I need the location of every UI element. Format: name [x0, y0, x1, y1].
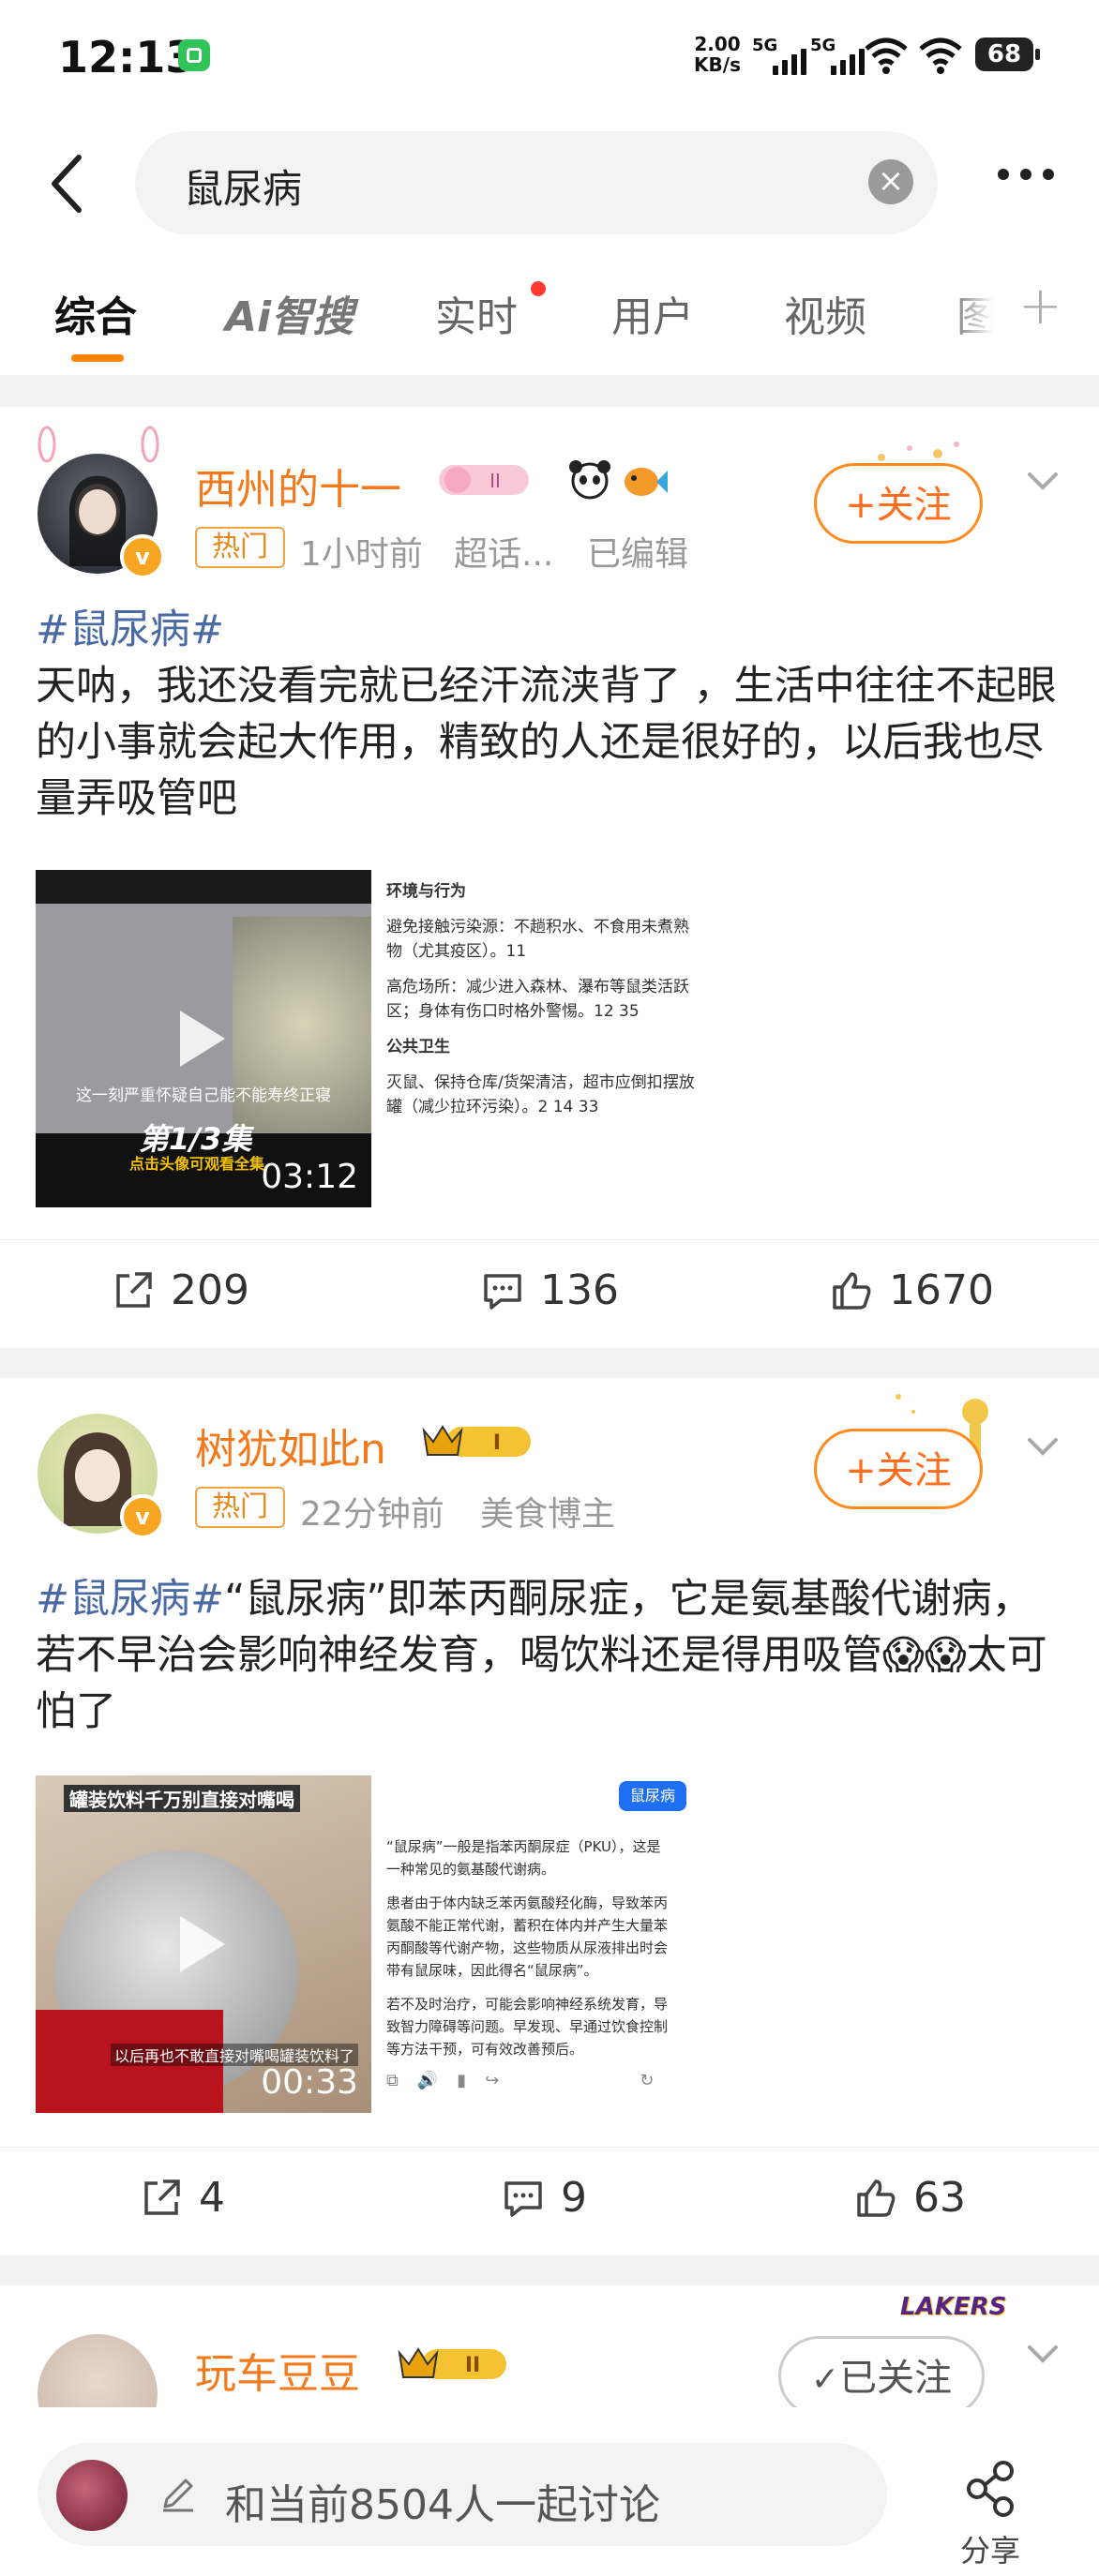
- team-logo: LAKERS: [900, 2293, 1007, 2321]
- post-time: 1小时前: [300, 535, 423, 574]
- svg-text:II: II: [465, 2354, 480, 2377]
- repost-icon: [144, 2179, 180, 2215]
- tab-ai-search[interactable]: Ai智搜: [225, 283, 354, 343]
- follow-button[interactable]: +关注: [814, 463, 983, 544]
- repost-icon: [116, 1271, 152, 1308]
- post-card[interactable]: v 树犹如此n I 热门 22分钟前 美食博主 +关注 #鼠尿病#“鼠尿病”即苯…: [0, 1378, 1099, 2255]
- post-text: #鼠尿病# 天呐，我还没看完就已经汗流浃背了 ，生活中往往不起眼的小事就会起大作…: [36, 602, 1067, 827]
- repost-button[interactable]: 4: [139, 2174, 225, 2222]
- svg-text:I: I: [493, 1431, 501, 1455]
- hashtag-link[interactable]: #鼠尿病#: [36, 602, 1067, 658]
- clear-icon[interactable]: ×: [868, 159, 913, 204]
- image-thumbnail[interactable]: 环境与行为 避免接触污染源：不趟积水、不食用未煮熟 物（尤其疫区）。11 高危场…: [373, 870, 707, 1207]
- hot-badge: 热门: [195, 527, 285, 568]
- wifi-icon: [919, 37, 962, 74]
- following-button[interactable]: ✓已关注: [778, 2336, 985, 2417]
- image-thumbnail[interactable]: 鼠尿病 “鼠尿病”一般是指苯丙酮尿症（PKU），这是一种常见的氨基酸代谢病。 患…: [373, 1775, 707, 2113]
- username[interactable]: 树犹如此n: [195, 1415, 386, 1475]
- panda-icon: [569, 460, 610, 500]
- crown-level-badge-icon: I: [422, 1425, 531, 1457]
- post-card[interactable]: v 西州的十一 II 热门 1小时前 超话... 已编辑 +关注 #鼠尿病# 天…: [0, 407, 1099, 1348]
- bunny-ear-icon: [141, 426, 159, 463]
- username[interactable]: 西州的十一: [195, 456, 401, 516]
- bunny-ear-icon: [38, 426, 56, 463]
- tab-comprehensive[interactable]: 综合: [54, 283, 137, 343]
- post-source[interactable]: 超话...: [454, 527, 553, 576]
- chevron-down-icon[interactable]: [1026, 465, 1060, 499]
- bottom-bar: 和当前8504人一起讨论 分享: [0, 2407, 1099, 2576]
- hot-badge: 热门: [195, 1487, 285, 1528]
- search-input[interactable]: 鼠尿病 ×: [135, 131, 938, 234]
- post-actions: 209 136 1670: [0, 1239, 1099, 1343]
- edited-label: 已编辑: [587, 535, 689, 574]
- clock: 12:13: [58, 32, 196, 82]
- member-badge-icon: II: [439, 465, 529, 495]
- post-text: #鼠尿病#“鼠尿病”即苯丙酮尿症，它是氨基酸代谢病，若不早治会影响神经发育，喝饮…: [36, 1576, 1047, 1735]
- username[interactable]: 玩车豆豆: [195, 2340, 360, 2400]
- add-tab-icon[interactable]: +: [1018, 276, 1062, 337]
- chevron-down-icon[interactable]: [1026, 2338, 1060, 2372]
- tab-bar: 综合 Ai智搜 实时 用户 视频 图 +: [0, 262, 1099, 366]
- verified-badge-icon: v: [120, 1494, 165, 1539]
- post-source: 美食博主: [480, 1495, 616, 1534]
- signal-icon: 5G: [810, 36, 865, 77]
- comment-button[interactable]: 9: [501, 2174, 587, 2222]
- follow-button[interactable]: +关注: [814, 1429, 983, 1509]
- signal-icon: 5G: [752, 36, 806, 77]
- comment-icon: [484, 1273, 521, 1310]
- thumbs-up-icon: [857, 2179, 896, 2217]
- comment-icon: [504, 2180, 542, 2217]
- notification-icon: [178, 39, 210, 71]
- search-query: 鼠尿病: [184, 166, 303, 212]
- tab-videos[interactable]: 视频: [784, 283, 866, 343]
- net-speed: 2.00 KB/s: [694, 33, 741, 76]
- verified-badge-icon: v: [120, 534, 165, 579]
- new-dot-badge: [531, 281, 546, 296]
- more-icon[interactable]: [998, 169, 1054, 180]
- thumbs-up-icon: [833, 1271, 871, 1310]
- repost-button[interactable]: 209: [111, 1266, 249, 1314]
- battery-icon: 68: [975, 37, 1040, 71]
- tab-realtime[interactable]: 实时: [435, 283, 518, 343]
- crown-level-badge-icon: II: [398, 2347, 506, 2379]
- status-bar: 12:13 2.00 KB/s 5G 5G 68: [0, 0, 1099, 112]
- chevron-down-icon[interactable]: [1026, 1430, 1060, 1464]
- play-icon: [180, 1011, 225, 1067]
- post-card[interactable]: 玩车豆豆 II LAKERS ✓已关注: [0, 2285, 1099, 2454]
- fish-icon: [625, 468, 668, 496]
- play-icon: [180, 1916, 225, 1972]
- share-icon[interactable]: [960, 2456, 1026, 2522]
- tab-active-indicator: [71, 354, 124, 362]
- wifi-icon: [865, 37, 908, 74]
- video-duration: 00:33: [261, 2063, 358, 2102]
- post-time: 22分钟前: [300, 1495, 444, 1534]
- video-thumbnail[interactable]: 这一刻严重怀疑自己能不能寿终正寝 第1/3集 点击头像可观看全集 03:12: [36, 870, 371, 1207]
- discussion-input[interactable]: 和当前8504人一起讨论: [38, 2443, 887, 2546]
- like-button[interactable]: 63: [853, 2174, 966, 2222]
- post-actions: 4 9 63: [0, 2147, 1099, 2251]
- media-grid: 这一刻严重怀疑自己能不能寿终正寝 第1/3集 点击头像可观看全集 03:12 环…: [36, 870, 707, 1207]
- toolbar-icons: ⧉ 🔊 ▮ ↪ ↻: [386, 2071, 655, 2090]
- comment-button[interactable]: 136: [480, 1266, 619, 1314]
- hashtag-link[interactable]: #鼠尿病#: [36, 1576, 224, 1623]
- pencil-icon: [163, 2479, 193, 2512]
- search-header: 鼠尿病 × 综合 Ai智搜 实时 用户 视频 图 +: [0, 112, 1099, 375]
- svg-text:II: II: [489, 470, 501, 492]
- share-label: 分享: [960, 2533, 1021, 2569]
- video-duration: 03:12: [261, 1158, 358, 1196]
- user-avatar: [56, 2460, 128, 2531]
- tab-users[interactable]: 用户: [611, 283, 694, 343]
- media-grid: 罐装饮料千万别直接对嘴喝 以后再也不敢直接对嘴喝罐装饮料了 00:33 鼠尿病 …: [36, 1775, 707, 2113]
- video-thumbnail[interactable]: 罐装饮料千万别直接对嘴喝 以后再也不敢直接对嘴喝罐装饮料了 00:33: [36, 1775, 371, 2113]
- like-button[interactable]: 1670: [829, 1266, 994, 1314]
- back-arrow-icon[interactable]: [41, 146, 98, 221]
